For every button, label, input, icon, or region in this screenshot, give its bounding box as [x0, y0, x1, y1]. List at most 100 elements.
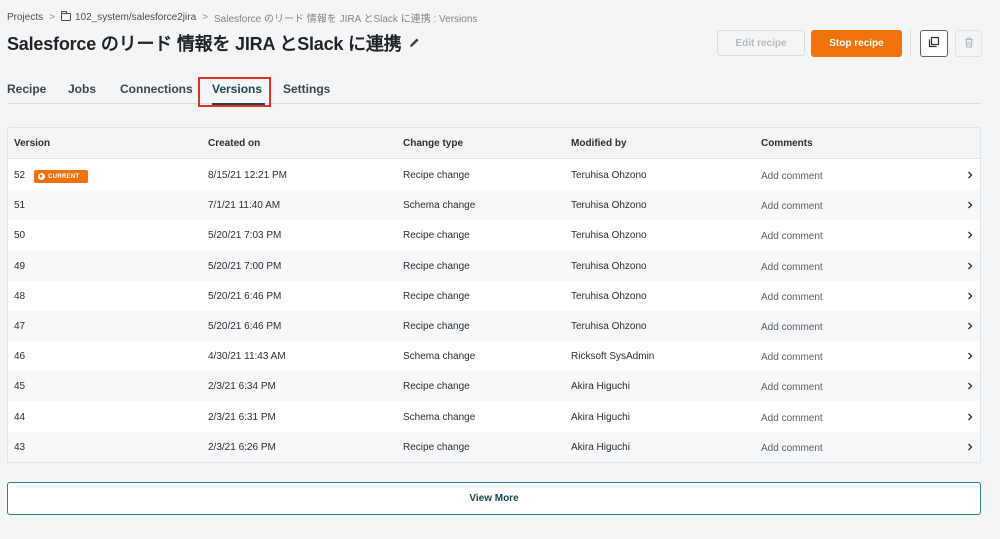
- tab-settings[interactable]: Settings: [283, 82, 330, 96]
- breadcrumb-folder-link[interactable]: 102_system/salesforce2jira: [75, 12, 196, 23]
- modified-by-cell: Teruhisa Ohzono: [571, 230, 647, 241]
- copy-icon: [928, 35, 940, 53]
- created-on-cell: 5/20/21 6:46 PM: [208, 291, 282, 302]
- table-row[interactable]: 51 7/1/21 11:40 AM Schema change Teruhisa O…: [8, 190, 980, 220]
- change-type-cell: Recipe change: [403, 381, 470, 392]
- title-row: Salesforce のリード 情報を JIRA とSlack に連携: [7, 30, 421, 56]
- breadcrumb-projects-link[interactable]: Projects: [7, 12, 43, 23]
- modified-by-cell: Akira Higuchi: [571, 381, 630, 392]
- add-comment-link[interactable]: Add comment: [761, 201, 823, 212]
- created-on-cell: 4/30/21 11:43 AM: [208, 351, 286, 362]
- modified-by-cell: Akira Higuchi: [571, 442, 630, 453]
- chevron-right-icon[interactable]: [965, 261, 975, 271]
- add-comment-link[interactable]: Add comment: [761, 292, 823, 303]
- created-on-cell: 2/3/21 6:34 PM: [208, 381, 276, 392]
- chevron-right-icon[interactable]: [965, 291, 975, 301]
- add-comment-link[interactable]: Add comment: [761, 231, 823, 242]
- version-cell: 50: [14, 230, 26, 241]
- created-on-cell: 5/20/21 6:46 PM: [208, 321, 282, 332]
- column-header-comments: Comments: [761, 138, 813, 149]
- chevron-right-icon[interactable]: [965, 351, 975, 361]
- table-row[interactable]: 45 2/3/21 6:34 PM Recipe change Akira Higuc…: [8, 371, 980, 401]
- created-on-cell: 2/3/21 6:31 PM: [208, 412, 276, 423]
- version-cell: 49: [14, 261, 26, 272]
- breadcrumb-current: Salesforce のリード 情報を JIRA とSlack に連携 : Ve…: [213, 13, 478, 25]
- table-row[interactable]: 43 2/3/21 6:26 PM Recipe change Akira Higuc…: [8, 432, 980, 462]
- version-cell: 46: [14, 351, 26, 362]
- table-row[interactable]: 50 5/20/21 7:03 PM Recipe change Teruhisa O…: [8, 220, 980, 250]
- tab-highlight-box: [198, 77, 271, 107]
- duplicate-button[interactable]: [920, 30, 948, 57]
- edit-recipe-button[interactable]: Edit recipe: [717, 30, 805, 56]
- add-comment-link[interactable]: Add comment: [761, 171, 823, 182]
- modified-by-cell: Teruhisa Ohzono: [571, 321, 647, 332]
- change-type-cell: Recipe change: [403, 261, 470, 272]
- chevron-right-icon[interactable]: [965, 381, 975, 391]
- change-type-cell: Recipe change: [403, 442, 470, 453]
- chevron-right-icon[interactable]: [965, 170, 975, 180]
- delete-button[interactable]: [955, 30, 982, 57]
- add-comment-link[interactable]: Add comment: [761, 382, 823, 393]
- tab-bar: Recipe Jobs Connections Versions Setting…: [7, 77, 981, 107]
- versions-table: Version Created on Change type Modified …: [7, 127, 981, 463]
- created-on-cell: 5/20/21 7:03 PM: [208, 230, 282, 241]
- table-row[interactable]: 46 4/30/21 11:43 AM Schema change Ricksoft …: [8, 341, 980, 371]
- modified-by-cell: Teruhisa Ohzono: [571, 170, 647, 181]
- version-cell: 47: [14, 321, 26, 332]
- table-row[interactable]: 47 5/20/21 6:46 PM Recipe change Teruhisa O…: [8, 311, 980, 341]
- page-title: Salesforce のリード 情報を JIRA とSlack に連携: [7, 34, 402, 54]
- tab-recipe[interactable]: Recipe: [7, 82, 46, 96]
- change-type-cell: Schema change: [403, 200, 476, 211]
- change-type-cell: Recipe change: [403, 291, 470, 302]
- table-row[interactable]: 52 CURRENT 8/15/21 12:21 PM Recipe change Te…: [8, 160, 980, 190]
- chevron-right-icon[interactable]: [965, 412, 975, 422]
- tab-connections[interactable]: Connections: [120, 82, 193, 96]
- version-cell: 48: [14, 291, 26, 302]
- stop-recipe-button[interactable]: Stop recipe: [811, 30, 902, 57]
- change-type-cell: Recipe change: [403, 170, 470, 181]
- modified-by-cell: Teruhisa Ohzono: [571, 200, 647, 211]
- version-cell: 51: [14, 200, 26, 211]
- add-comment-link[interactable]: Add comment: [761, 262, 823, 273]
- created-on-cell: 5/20/21 7:00 PM: [208, 261, 282, 272]
- modified-by-cell: Teruhisa Ohzono: [571, 261, 647, 272]
- column-header-created-on: Created on: [208, 138, 261, 149]
- change-type-cell: Schema change: [403, 412, 476, 423]
- created-on-cell: 2/3/21 6:26 PM: [208, 442, 276, 453]
- version-cell: 44: [14, 412, 26, 423]
- table-header: Version Created on Change type Modified …: [8, 128, 980, 159]
- current-badge: CURRENT: [34, 170, 88, 183]
- folder-icon: [60, 11, 71, 21]
- version-cell: 52: [14, 170, 26, 181]
- add-comment-link[interactable]: Add comment: [761, 322, 823, 333]
- view-more-button[interactable]: View More: [7, 482, 981, 515]
- created-on-cell: 7/1/21 11:40 AM: [208, 200, 281, 211]
- add-comment-link[interactable]: Add comment: [761, 352, 823, 363]
- change-type-cell: Schema change: [403, 351, 476, 362]
- add-comment-link[interactable]: Add comment: [761, 413, 823, 424]
- column-header-version: Version: [14, 138, 51, 149]
- table-row[interactable]: 48 5/20/21 6:46 PM Recipe change Teruhisa O…: [8, 281, 980, 311]
- pencil-icon[interactable]: [409, 37, 421, 49]
- column-header-modified-by: Modified by: [571, 138, 627, 149]
- trash-icon: [964, 35, 974, 53]
- version-cell: 45: [14, 381, 26, 392]
- table-row[interactable]: 44 2/3/21 6:31 PM Schema change Akira Higuc…: [8, 402, 980, 432]
- breadcrumb-separator: >: [202, 11, 208, 23]
- modified-by-cell: Teruhisa Ohzono: [571, 291, 647, 302]
- version-cell: 43: [14, 442, 26, 453]
- change-type-cell: Recipe change: [403, 321, 470, 332]
- add-comment-link[interactable]: Add comment: [761, 443, 823, 454]
- chevron-right-icon[interactable]: [965, 230, 975, 240]
- chevron-right-icon[interactable]: [965, 442, 975, 452]
- tab-jobs[interactable]: Jobs: [68, 82, 96, 96]
- play-icon: [38, 173, 45, 180]
- breadcrumb-separator: >: [49, 11, 55, 23]
- table-row[interactable]: 49 5/20/21 7:00 PM Recipe change Teruhisa O…: [8, 251, 980, 281]
- chevron-right-icon[interactable]: [965, 321, 975, 331]
- current-badge-label: CURRENT: [48, 173, 80, 180]
- chevron-right-icon[interactable]: [965, 200, 975, 210]
- column-header-change-type: Change type: [403, 138, 464, 149]
- breadcrumb: Projects > 102_system/salesforce2jira > …: [7, 10, 478, 25]
- change-type-cell: Recipe change: [403, 230, 470, 241]
